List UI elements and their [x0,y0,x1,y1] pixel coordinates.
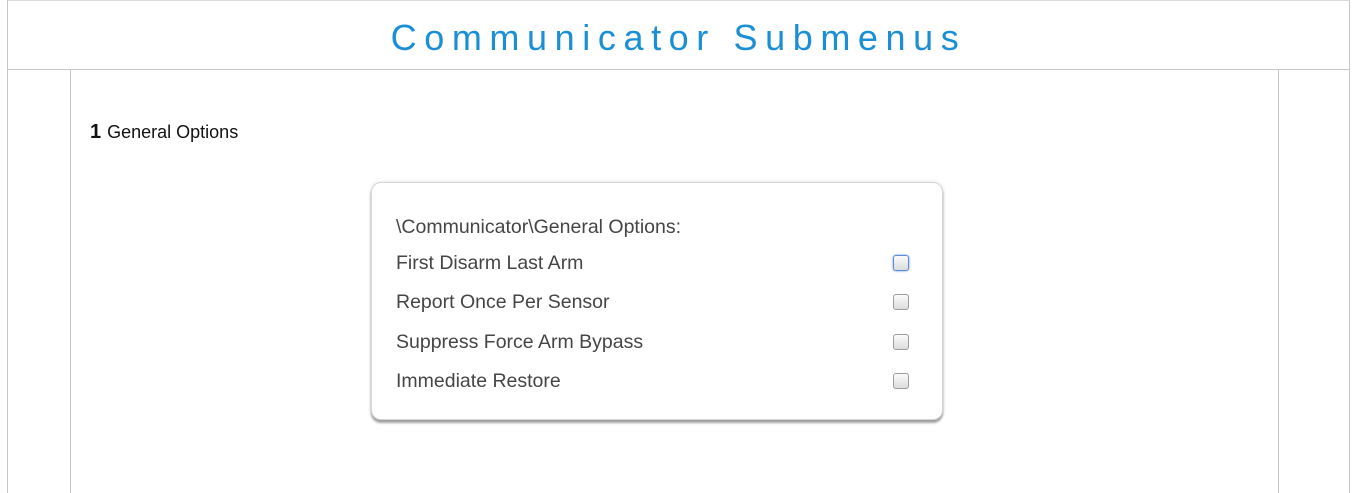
immediate-restore-checkbox[interactable] [893,373,909,389]
option-label: Suppress Force Arm Bypass [396,331,644,353]
page-title: Communicator Submenus [390,17,967,58]
page: Communicator Submenus 1 General Options \… [0,0,1357,493]
content-panel: 1 General Options \Communicator\General O… [70,70,1279,493]
first-disarm-last-arm-checkbox[interactable] [893,255,909,271]
section-heading: 1 General Options [90,121,238,143]
general-options-card: \Communicator\General Options: First Dis… [371,182,943,420]
option-row-suppress-force-arm-bypass: Suppress Force Arm Bypass [396,329,926,355]
option-label: First Disarm Last Arm [396,252,584,274]
option-row-report-once-per-sensor: Report Once Per Sensor [396,289,926,315]
option-row-immediate-restore: Immediate Restore [396,368,926,394]
suppress-force-arm-bypass-checkbox[interactable] [893,334,909,350]
section-title: General Options [107,122,239,142]
option-label: Immediate Restore [396,370,561,392]
option-label: Report Once Per Sensor [396,291,610,313]
option-row-first-disarm-last-arm: First Disarm Last Arm [396,250,926,276]
report-once-per-sensor-checkbox[interactable] [893,294,909,310]
menu-path: \Communicator\General Options: [396,216,682,238]
section-number: 1 [90,121,102,143]
